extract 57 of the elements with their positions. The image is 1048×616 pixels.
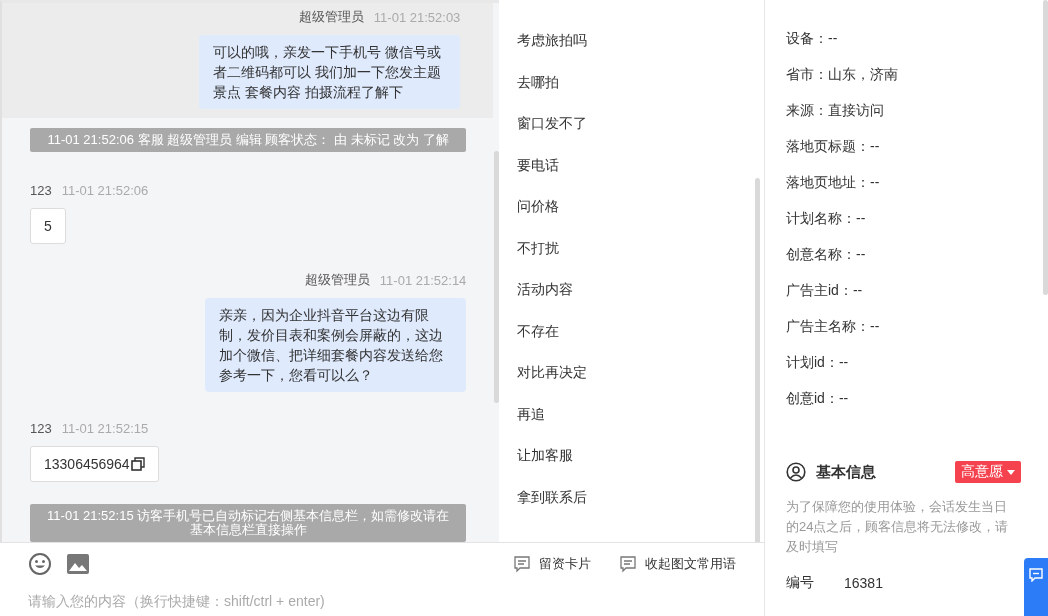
chat-icon	[1029, 568, 1043, 582]
image-icon[interactable]	[66, 552, 90, 576]
quick-reply-item[interactable]: 拿到联系后	[499, 476, 764, 518]
message-time: 11-01 21:52:06	[61, 182, 149, 198]
quick-reply-item[interactable]: 活动内容	[499, 269, 764, 311]
info-field: 计划名称：--	[786, 210, 866, 228]
info-field: 设备：--	[786, 30, 838, 48]
quick-reply-item[interactable]: 问价格	[499, 186, 764, 228]
quick-reply-item[interactable]: 让加客服	[499, 435, 764, 477]
field-label: 编号	[786, 574, 815, 592]
intent-dropdown[interactable]: 高意愿	[955, 461, 1021, 483]
quick-reply-item[interactable]: 不存在	[499, 310, 764, 352]
message-input[interactable]: 请输入您的内容（换行快捷键：shift/ctrl + enter)	[0, 585, 764, 616]
sender-name: 超级管理员	[298, 8, 364, 26]
caret-icon	[1007, 469, 1015, 475]
message-time: 11-01 21:52:03	[373, 9, 461, 25]
info-field: 落地页地址：--	[786, 174, 880, 192]
quick-reply-item[interactable]: 对比再决定	[499, 352, 764, 394]
quick-reply-item[interactable]: 要电话	[499, 144, 764, 186]
system-notice: 11-01 21:52:06 客服 超级管理员 编辑 顾客状态： 由 未标记 改为 了解	[30, 128, 467, 152]
quick-reply-item[interactable]: 窗口发不了	[499, 103, 764, 145]
message-icon	[513, 555, 531, 573]
copy-icon[interactable]	[130, 457, 145, 471]
user-icon	[786, 462, 806, 482]
side-tab[interactable]	[1024, 558, 1048, 616]
message-time: 11-01 21:52:14	[379, 272, 467, 288]
section-title: 基本信息	[816, 462, 877, 482]
smiley-icon[interactable]	[28, 552, 52, 576]
message-time: 11-01 21:52:15	[61, 420, 149, 436]
message-bubble: 亲亲，因为企业抖音平台这边有限制，发价目表和案例会屏蔽的，这边加个微信、把详细套餐内容发送给您参考一下，您看可以么？	[205, 298, 467, 392]
scrollbar[interactable]	[494, 151, 499, 403]
sender-name: 123	[30, 420, 52, 436]
toolbar-button[interactable]: 收起图文常用语	[619, 555, 736, 573]
info-field: 创意id：--	[786, 390, 849, 408]
info-field: 省市：山东，济南	[786, 66, 898, 84]
quick-reply-item[interactable]: 去哪拍	[499, 61, 764, 103]
info-field: 广告主名称：--	[786, 318, 880, 336]
message-bubble: 可以的哦，亲发一下手机号 微信号或者二维码都可以 我们加一下您发主题景点 套餐内容 拍摄流程了解下	[199, 35, 461, 109]
field-value: 16381	[844, 575, 883, 591]
quick-reply-item[interactable]: 不打扰	[499, 227, 764, 269]
info-field: 计划id：--	[786, 354, 849, 372]
info-field: 落地页标题：--	[786, 138, 880, 156]
info-field: 来源：直接访问	[786, 102, 884, 120]
message-bubble: 5	[30, 208, 66, 244]
message-bubble: 13306456964	[30, 446, 159, 482]
sender-name: 超级管理员	[304, 271, 370, 289]
quick-reply-item[interactable]: 考虑旅拍吗	[499, 20, 764, 62]
sender-name: 123	[30, 182, 52, 198]
info-note: 为了保障您的使用体验，会话发生当日的24点之后，顾客信息将无法修改，请及时填写	[786, 498, 1010, 556]
info-field: 广告主id：--	[786, 282, 863, 300]
toolbar-button[interactable]: 留资卡片	[513, 555, 591, 573]
scrollbar[interactable]	[1043, 0, 1048, 295]
message-icon	[619, 555, 637, 573]
system-notice: 11-01 21:52:15 访客手机号已自动标记右侧基本信息栏，如需修改请在基本信息栏直接操作	[30, 504, 467, 542]
quick-reply-item[interactable]: 再追	[499, 393, 764, 435]
info-field: 创意名称：--	[786, 246, 866, 264]
scrollbar[interactable]	[755, 178, 761, 545]
